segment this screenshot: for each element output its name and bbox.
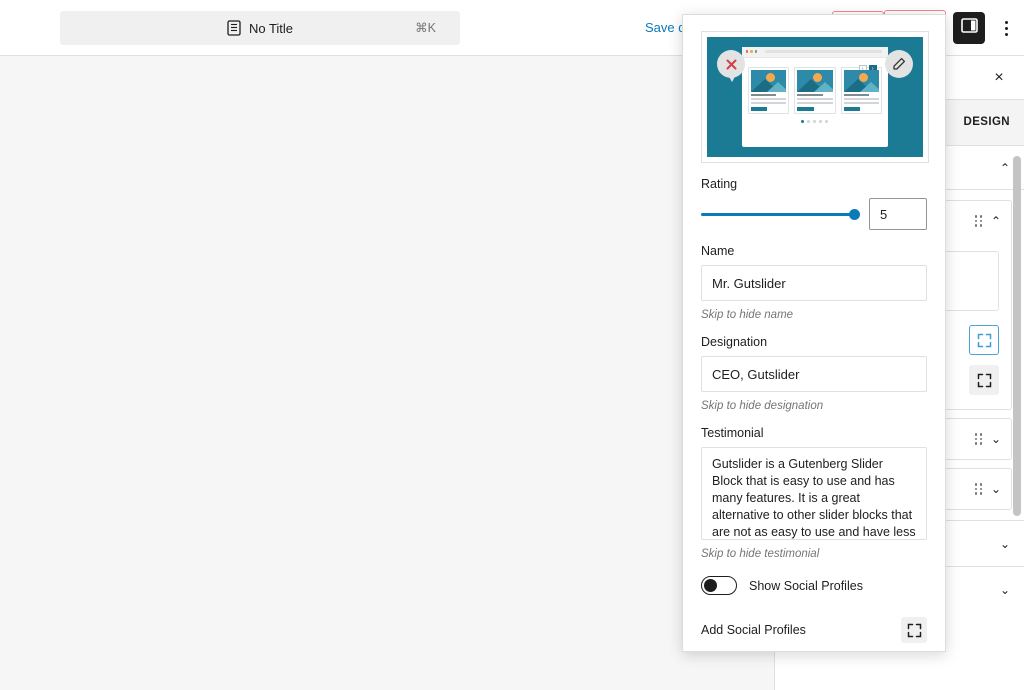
save-draft-link[interactable]: Save d xyxy=(645,20,685,35)
drag-handle-icon[interactable] xyxy=(974,215,983,227)
add-social-profiles-row: Add Social Profiles xyxy=(701,617,927,643)
illustration-browser-window: ‹ › xyxy=(741,46,889,148)
designation-hint: Skip to hide designation xyxy=(701,400,824,412)
document-title-label: No Title xyxy=(248,20,294,36)
slider-preview-illustration: ‹ › xyxy=(707,37,923,157)
chevron-down-icon[interactable]: ⌄ xyxy=(1000,584,1010,596)
expand-icon[interactable] xyxy=(901,617,927,643)
chevron-up-icon[interactable]: ⌃ xyxy=(991,215,1001,227)
inspector-scrollbar[interactable] xyxy=(1013,156,1021,516)
illustration-browser-bar xyxy=(741,46,889,58)
testimonial-hint: Skip to hide testimonial xyxy=(701,548,820,560)
slide-settings-popup: ‹ › xyxy=(682,14,946,652)
slide-thumbnail-frame[interactable]: ‹ › xyxy=(701,31,929,163)
rating-control-row: 5 xyxy=(701,198,927,230)
rating-slider[interactable] xyxy=(701,208,860,220)
rating-number-input[interactable]: 5 xyxy=(869,198,927,230)
rating-slider-thumb[interactable] xyxy=(849,208,860,220)
pencil-edit-icon[interactable] xyxy=(885,50,913,78)
chevron-down-icon[interactable]: ⌄ xyxy=(991,483,1001,495)
show-social-profiles-row: Show Social Profiles xyxy=(701,576,927,595)
expand-icon[interactable] xyxy=(969,365,999,395)
more-options-icon[interactable] xyxy=(996,16,1016,40)
sidebar-panel-icon xyxy=(960,17,978,39)
designation-label: Designation xyxy=(701,335,768,349)
illustration-card xyxy=(747,66,790,114)
illustration-card xyxy=(840,66,883,114)
name-label: Name xyxy=(701,244,735,258)
settings-sidebar-toggle-button[interactable] xyxy=(953,12,985,44)
rating-label: Rating xyxy=(701,177,738,191)
drag-handle-icon[interactable] xyxy=(974,483,983,495)
illustration-card xyxy=(794,66,836,114)
testimonial-textarea[interactable]: Gutslider is a Gutenberg Slider Block th… xyxy=(701,447,927,540)
illustration-pagination-dots xyxy=(742,119,889,123)
close-icon[interactable]: × xyxy=(984,63,1014,93)
tab-design[interactable]: DESIGN xyxy=(964,116,1011,130)
show-social-profiles-label: Show Social Profiles xyxy=(749,578,863,593)
document-title-button[interactable]: No Title ⌘K xyxy=(60,11,460,45)
editor-root: No Title ⌘K Save d × DESIGN ⌃ ⌃ ⌄ ⌄ ⌄ ⌄ … xyxy=(0,0,1024,690)
show-social-profiles-toggle[interactable] xyxy=(701,576,737,595)
x-delete-icon[interactable] xyxy=(717,50,745,78)
chevron-up-icon[interactable]: ⌃ xyxy=(1000,162,1010,174)
expand-icon-focused[interactable] xyxy=(969,325,999,355)
chevron-down-icon[interactable]: ⌄ xyxy=(991,433,1001,445)
chevron-down-icon[interactable]: ⌄ xyxy=(1000,538,1010,550)
testimonial-label: Testimonial xyxy=(701,426,764,440)
add-social-profiles-label: Add Social Profiles xyxy=(701,623,806,637)
name-input[interactable]: Mr. Gutslider xyxy=(701,265,927,301)
name-hint: Skip to hide name xyxy=(701,309,794,321)
drag-handle-icon[interactable] xyxy=(974,433,983,445)
designation-input[interactable]: CEO, Gutslider xyxy=(701,356,927,392)
document-icon xyxy=(227,20,241,36)
command-k-shortcut: ⌘K xyxy=(415,21,436,35)
